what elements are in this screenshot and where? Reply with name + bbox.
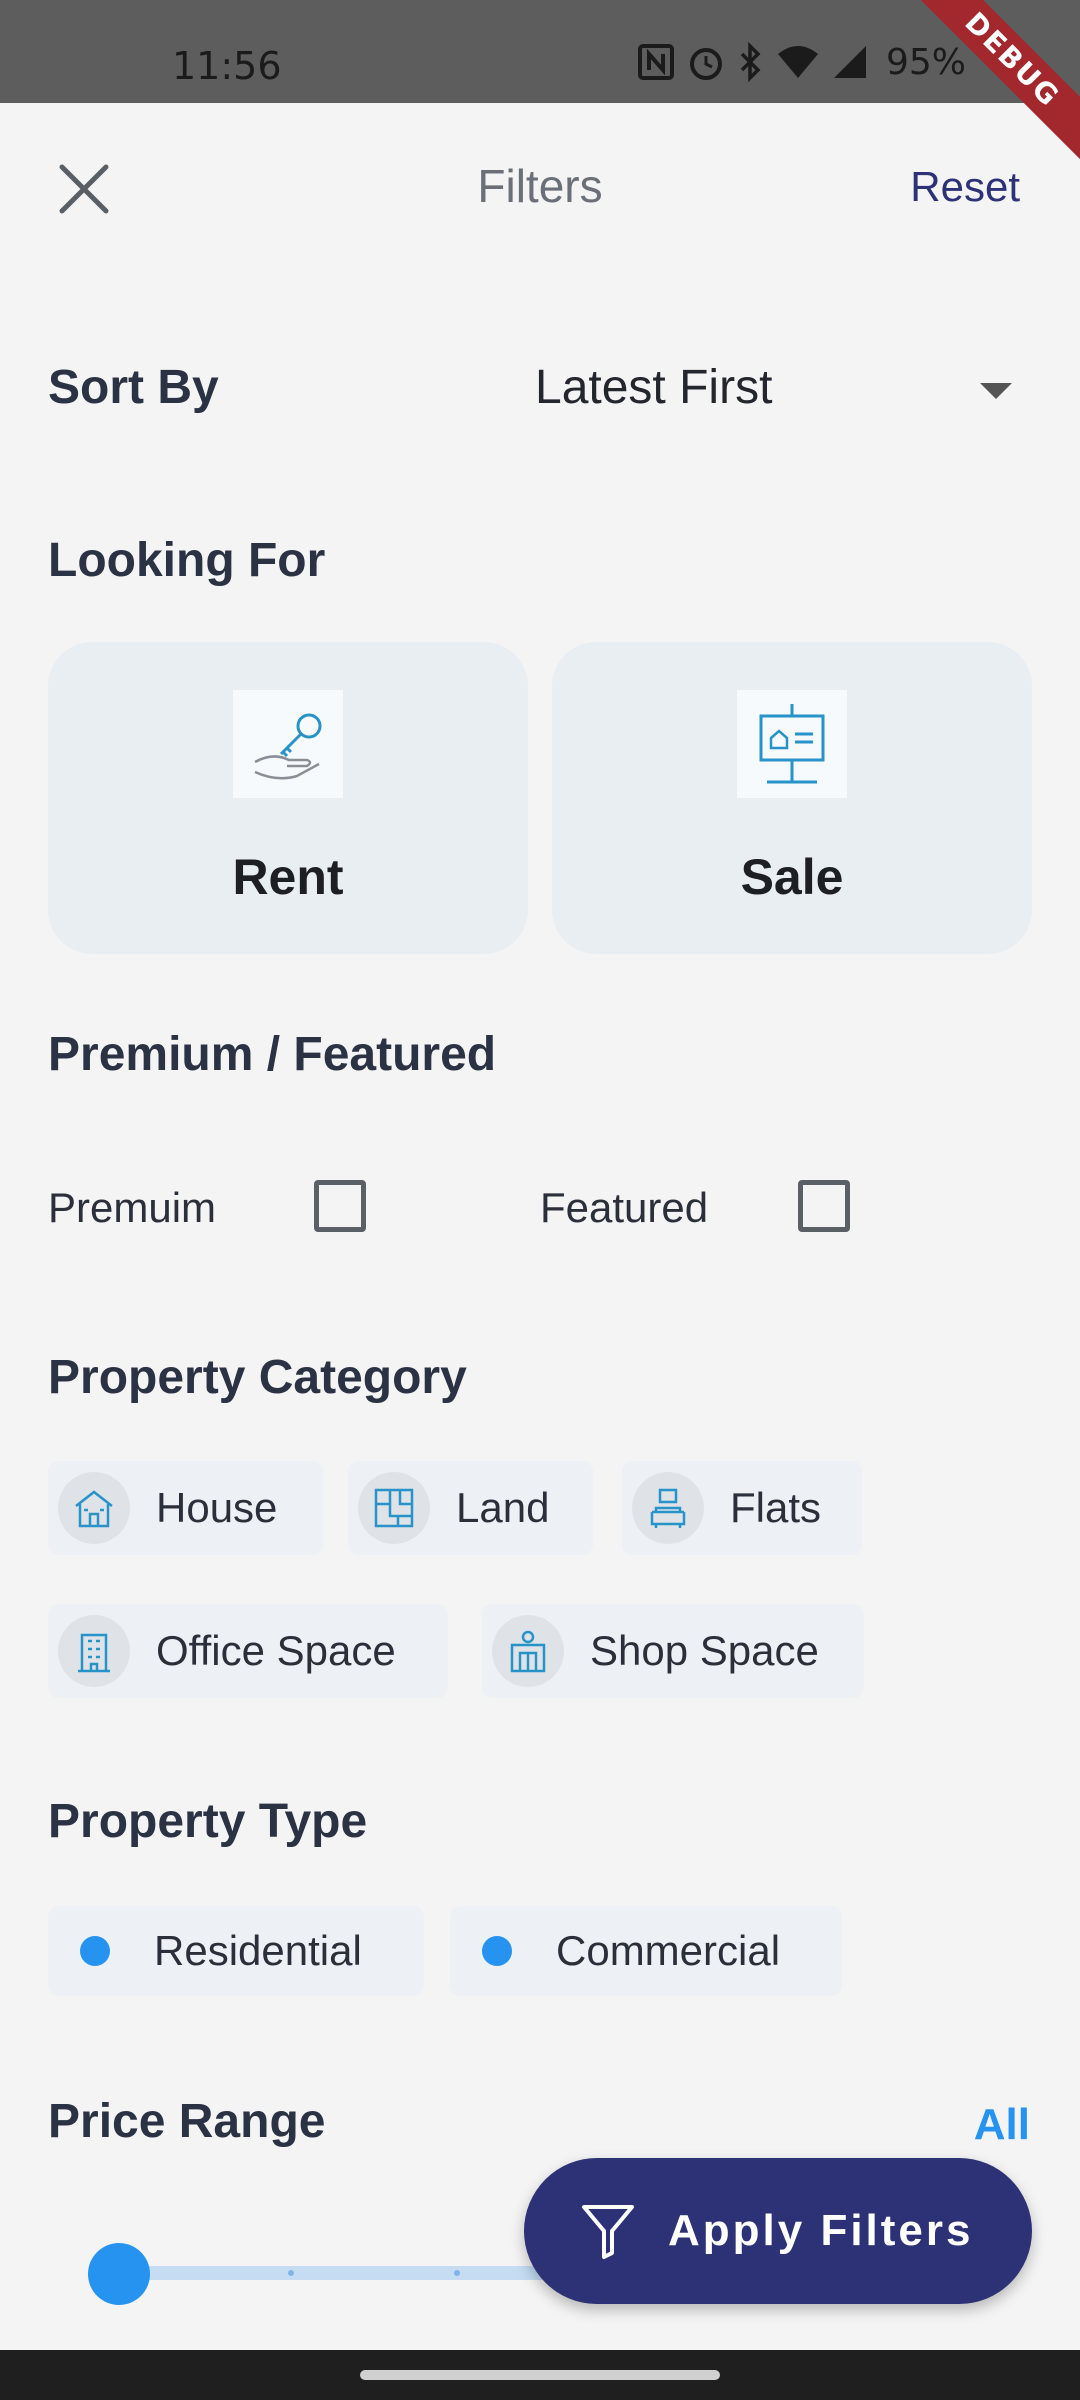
funnel-filter-icon xyxy=(582,2205,634,2259)
featured-checkbox[interactable] xyxy=(798,1180,850,1232)
looking-for-rent-card[interactable]: Rent xyxy=(48,642,528,954)
land-plot-icon xyxy=(358,1472,430,1544)
property-category-label: Property Category xyxy=(48,1351,467,1404)
category-chip-label: Flats xyxy=(730,1484,822,1531)
looking-for-label: Looking For xyxy=(48,534,326,587)
sale-signboard-icon xyxy=(737,690,847,798)
looking-for-sale-label: Sale xyxy=(740,849,844,905)
category-chip-label: Shop Space xyxy=(590,1627,819,1674)
slider-tick xyxy=(288,2270,294,2276)
radio-dot-icon xyxy=(80,1936,110,1966)
category-chip-flats[interactable]: Flats xyxy=(622,1461,862,1555)
premium-featured-label: Premium / Featured xyxy=(48,1028,497,1081)
category-chip-land[interactable]: Land xyxy=(348,1461,593,1555)
property-type-chip-residential[interactable]: Residential xyxy=(48,1906,424,1996)
navigation-bar xyxy=(0,2350,1080,2400)
chevron-down-icon[interactable] xyxy=(980,383,1012,399)
slider-tick xyxy=(454,2270,460,2276)
key-in-hand-icon xyxy=(233,690,343,798)
premium-checkbox-label: Premuim xyxy=(48,1184,217,1231)
featured-checkbox-label: Featured xyxy=(540,1184,709,1231)
property-type-chip-commercial[interactable]: Commercial xyxy=(450,1906,842,1996)
property-type-label: Property Type xyxy=(48,1795,368,1848)
alarm-icon xyxy=(690,48,722,80)
looking-for-rent-label: Rent xyxy=(232,849,344,905)
bluetooth-icon xyxy=(740,42,761,82)
price-range-label: Price Range xyxy=(48,2095,326,2148)
category-chip-label: Office Space xyxy=(156,1627,396,1674)
property-type-label-text: Commercial xyxy=(556,1927,781,1974)
wifi-icon xyxy=(778,46,818,78)
shop-storefront-icon xyxy=(492,1615,564,1687)
battery-percentage: 95% xyxy=(886,41,967,83)
price-range-slider-track[interactable] xyxy=(118,2266,598,2280)
status-icons: 95% xyxy=(636,40,966,84)
flats-sofa-icon xyxy=(632,1472,704,1544)
office-building-icon xyxy=(58,1615,130,1687)
premium-checkbox[interactable] xyxy=(314,1180,366,1232)
category-chip-label: Land xyxy=(456,1484,550,1531)
sort-dropdown[interactable]: Latest First xyxy=(535,360,772,415)
looking-for-sale-card[interactable]: Sale xyxy=(552,642,1032,954)
reset-button[interactable]: Reset xyxy=(910,163,1020,211)
sort-by-label: Sort By xyxy=(48,361,219,414)
nfc-icon xyxy=(638,44,674,80)
radio-dot-icon xyxy=(482,1936,512,1966)
signal-icon xyxy=(834,46,866,78)
price-range-slider-thumb[interactable] xyxy=(88,2243,150,2305)
filters-header: Filters Reset xyxy=(0,103,1080,273)
property-type-label-text: Residential xyxy=(154,1927,362,1974)
house-icon xyxy=(58,1472,130,1544)
status-time: 11:56 xyxy=(172,44,282,88)
price-range-all-button[interactable]: All xyxy=(974,2100,1030,2150)
apply-filters-button[interactable]: Apply Filters xyxy=(524,2158,1032,2304)
category-chip-label: House xyxy=(156,1484,278,1531)
category-chip-office-space[interactable]: Office Space xyxy=(48,1604,448,1698)
category-chip-shop-space[interactable]: Shop Space xyxy=(482,1604,864,1698)
status-bar: 11:56 95% DEBUG xyxy=(0,0,1080,168)
apply-filters-label: Apply Filters xyxy=(668,2206,974,2255)
category-chip-house[interactable]: House xyxy=(48,1461,323,1555)
home-gesture-handle[interactable] xyxy=(360,2370,720,2380)
